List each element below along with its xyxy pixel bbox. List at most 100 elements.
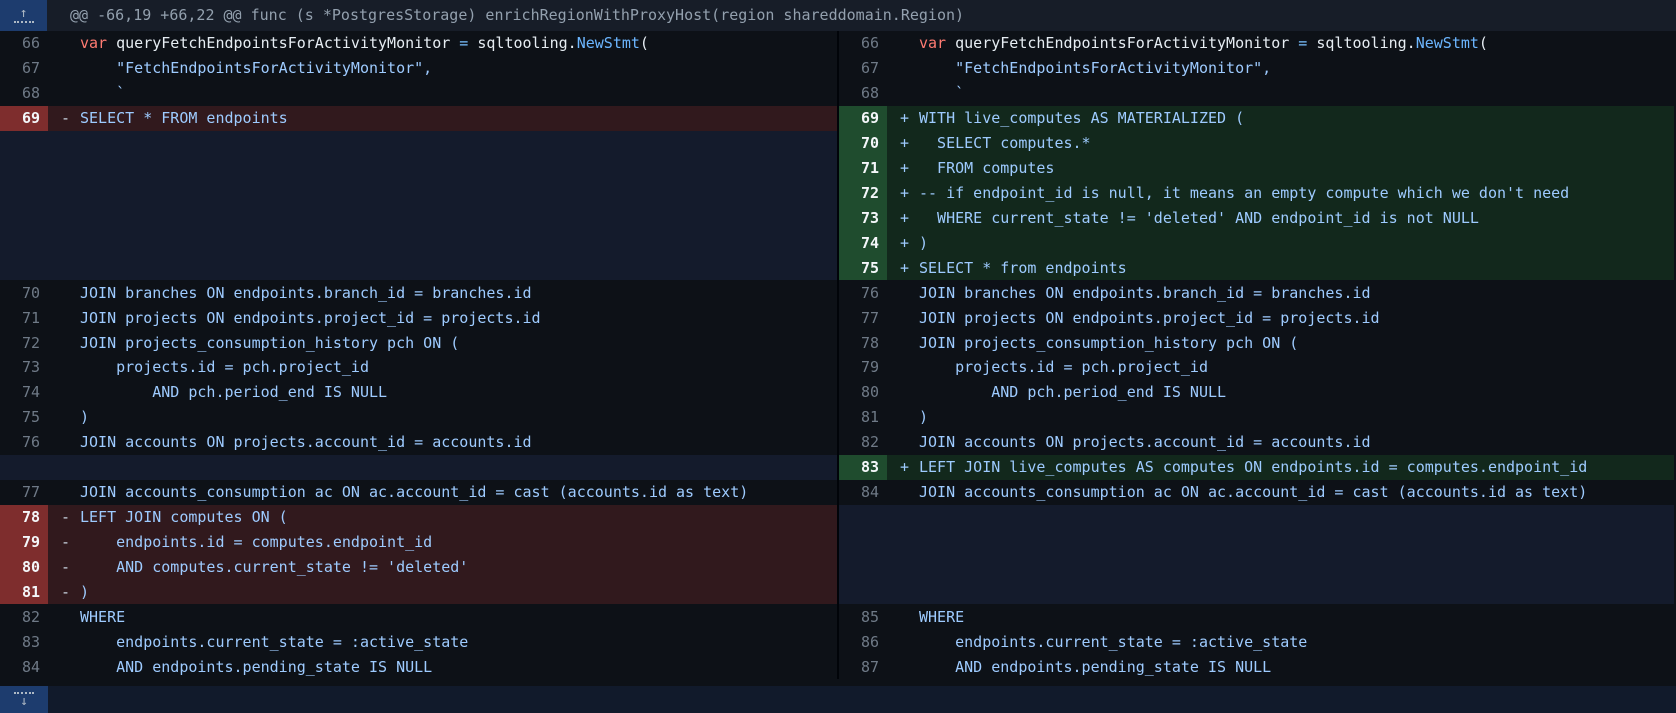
code-text: -- if endpoint_id is null, it means an e… [919,184,1569,202]
line-number[interactable]: 85 [839,604,887,629]
code-text: FROM computes [919,159,1054,177]
code-text: LEFT JOIN computes ON ( [80,508,288,526]
diff-marker: + [887,134,919,152]
diff-filler-row [839,505,1674,530]
line-number[interactable]: 83 [839,455,887,480]
line-number[interactable]: 80 [0,554,48,579]
line-number[interactable]: 73 [839,205,887,230]
diff-row: 86 endpoints.current_state = :active_sta… [839,629,1674,654]
diff-filler-row [0,156,837,181]
diff-marker: + [887,159,919,177]
code-text: WHERE [80,608,125,626]
code-text: JOIN projects_consumption_history pch ON… [919,334,1298,352]
line-number[interactable]: 80 [839,380,887,405]
line-number[interactable]: 81 [839,405,887,430]
expand-down-button[interactable]: ↓ [0,686,48,713]
code-text: ) [919,408,928,426]
line-number[interactable]: 73 [0,355,48,380]
line-number[interactable]: 69 [839,106,887,131]
code-text: ) [80,583,89,601]
code-text: JOIN branches ON endpoints.branch_id = b… [919,284,1371,302]
line-number[interactable]: 70 [0,280,48,305]
diff-row: 74 AND pch.period_end IS NULL [0,380,837,405]
line-number[interactable]: 87 [839,654,887,679]
line-number[interactable]: 66 [839,31,887,56]
line-number[interactable]: 72 [0,330,48,355]
code-text: ) [80,408,89,426]
diff-row: 77 JOIN accounts_consumption ac ON ac.acc… [0,480,837,505]
diff-row: 82 WHERE [0,604,837,629]
diff-marker: + [887,209,919,227]
diff-row: 69-SELECT * FROM endpoints [0,106,837,131]
line-number[interactable]: 72 [839,181,887,206]
code-text: ` [80,84,125,102]
code-text: JOIN branches ON endpoints.branch_id = b… [80,284,532,302]
code-text: endpoints.current_state = :active_state [919,633,1307,651]
code-text: endpoints.id = computes.endpoint_id [80,533,432,551]
diff-filler-row [0,455,837,480]
diff-row: 68 ` [839,81,1674,106]
code-text: JOIN accounts_consumption ac ON ac.accou… [80,483,748,501]
code-text: ` [919,84,964,102]
line-number[interactable]: 70 [839,131,887,156]
line-number[interactable]: 76 [839,280,887,305]
diff-filler-row [0,205,837,230]
diff-row: 80 AND pch.period_end IS NULL [839,380,1674,405]
code-text: WHERE current_state != 'deleted' AND end… [919,209,1479,227]
line-number[interactable]: 75 [839,255,887,280]
diff-row: 72JOIN projects_consumption_history pch … [0,330,837,355]
hunk-footer-bar: ↓ [0,686,1676,713]
line-number[interactable]: 71 [839,156,887,181]
diff-row: 76JOIN accounts ON projects.account_id =… [0,430,837,455]
line-number[interactable]: 76 [0,430,48,455]
line-number[interactable]: 71 [0,305,48,330]
code-text: projects.id = pch.project_id [80,358,369,376]
diff-row: 85 WHERE [839,604,1674,629]
expand-up-button[interactable]: ↑ [0,0,47,31]
code-text: JOIN projects ON endpoints.project_id = … [919,309,1380,327]
code-text: WITH live_computes AS MATERIALIZED ( [919,109,1244,127]
code-text: projects.id = pch.project_id [919,358,1208,376]
line-number[interactable]: 77 [839,305,887,330]
line-number[interactable]: 78 [0,505,48,530]
line-number[interactable]: 83 [0,629,48,654]
line-number[interactable]: 84 [0,654,48,679]
line-number[interactable]: 82 [0,604,48,629]
line-number[interactable]: 68 [0,81,48,106]
line-number[interactable]: 77 [0,480,48,505]
line-number[interactable]: 79 [839,355,887,380]
diff-filler-row [0,131,837,156]
diff-row: 66var queryFetchEndpointsForActivityMoni… [0,31,837,56]
line-number[interactable]: 82 [839,430,887,455]
line-number[interactable]: 74 [839,230,887,255]
line-number[interactable]: 79 [0,529,48,554]
line-number[interactable]: 69 [0,106,48,131]
line-number[interactable]: 81 [0,579,48,604]
diff-bottom-spacer [0,679,1676,686]
code-text: WHERE [919,608,964,626]
line-number[interactable]: 67 [0,56,48,81]
hunk-header-text: @@ -66,19 +66,22 @@ func (s *PostgresSto… [47,0,964,31]
line-number[interactable]: 68 [839,81,887,106]
code-text: AND computes.current_state != 'deleted' [80,558,468,576]
diff-filler-row [0,230,837,255]
diff-row: 71JOIN projects ON endpoints.project_id … [0,305,837,330]
line-number[interactable]: 78 [839,330,887,355]
diff-marker: - [48,109,80,127]
code-text: JOIN accounts ON projects.account_id = a… [919,433,1371,451]
diff-row: 73+ WHERE current_state != 'deleted' AND… [839,205,1674,230]
line-number[interactable]: 66 [0,31,48,56]
diff-row: 66var queryFetchEndpointsForActivityMoni… [839,31,1674,56]
line-number[interactable]: 75 [0,405,48,430]
diff-marker: - [48,508,80,526]
diff-marker: - [48,533,80,551]
dotted-line-icon [14,21,34,23]
line-number[interactable]: 74 [0,380,48,405]
line-number[interactable]: 84 [839,480,887,505]
line-number[interactable]: 67 [839,56,887,81]
diff-row: 67 "FetchEndpointsForActivityMonitor", [0,56,837,81]
diff-row: 80- AND computes.current_state != 'delet… [0,554,837,579]
diff-row: 71+ FROM computes [839,156,1674,181]
hunk-header-bar: ↑ @@ -66,19 +66,22 @@ func (s *PostgresS… [0,0,1676,31]
line-number[interactable]: 86 [839,629,887,654]
